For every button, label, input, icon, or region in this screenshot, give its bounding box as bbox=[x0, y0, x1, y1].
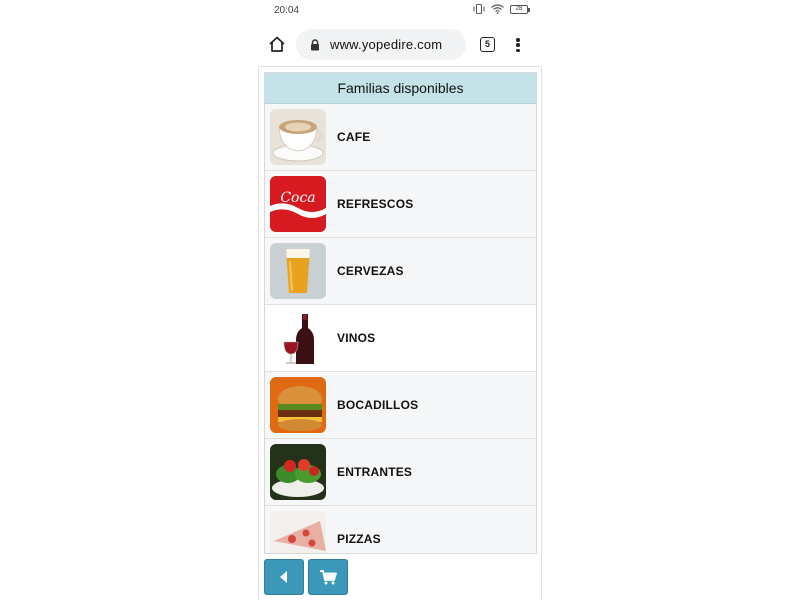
status-time: 20:04 bbox=[274, 5, 300, 16]
panel-title: Familias disponibles bbox=[265, 73, 536, 104]
url-text: www.yopedire.com bbox=[330, 37, 443, 52]
back-button[interactable] bbox=[264, 559, 304, 595]
lock-icon bbox=[311, 38, 319, 50]
browser-toolbar: www.yopedire.com 5 bbox=[258, 24, 542, 64]
address-bar[interactable]: www.yopedire.com bbox=[296, 29, 466, 60]
family-label: REFRESCOS bbox=[337, 197, 414, 211]
menu-dot bbox=[516, 43, 520, 47]
menu-dot bbox=[516, 38, 520, 42]
family-item-refrescos[interactable]: Coca REFRESCOS bbox=[265, 171, 536, 238]
family-item-entrantes[interactable]: ENTRANTES bbox=[265, 439, 536, 506]
family-label: VINOS bbox=[337, 331, 376, 345]
page-viewport: Familias disponibles CAFE Coca REFRESCOS… bbox=[258, 66, 542, 600]
family-label: CERVEZAS bbox=[337, 264, 404, 278]
vibrate-icon bbox=[473, 4, 485, 14]
home-icon[interactable] bbox=[268, 35, 286, 53]
overflow-menu-icon[interactable] bbox=[514, 36, 522, 54]
cart-icon bbox=[320, 570, 337, 585]
family-item-bocadillos[interactable]: BOCADILLOS bbox=[265, 372, 536, 439]
salad-image bbox=[270, 444, 326, 500]
coca-cola-image: Coca bbox=[270, 176, 326, 232]
status-icons: 28 bbox=[473, 4, 530, 14]
menu-dot bbox=[516, 48, 520, 52]
back-icon bbox=[280, 571, 287, 583]
battery-level: 28 bbox=[515, 5, 523, 12]
family-label: BOCADILLOS bbox=[337, 398, 419, 412]
tabs-icon[interactable]: 5 bbox=[480, 37, 495, 52]
families-panel: Familias disponibles CAFE Coca REFRESCOS… bbox=[264, 72, 537, 554]
family-label: CAFE bbox=[337, 130, 371, 144]
cart-button[interactable] bbox=[308, 559, 348, 595]
battery-icon: 28 bbox=[510, 4, 530, 14]
wine-bottle-image bbox=[270, 310, 326, 366]
family-label: ENTRANTES bbox=[337, 465, 413, 479]
family-item-cervezas[interactable]: CERVEZAS bbox=[265, 238, 536, 305]
tab-count: 5 bbox=[484, 39, 490, 49]
family-label: PIZZAS bbox=[337, 532, 381, 546]
status-bar: 20:04 28 bbox=[258, 0, 542, 22]
coffee-cup-image bbox=[270, 109, 326, 165]
family-item-cafe[interactable]: CAFE bbox=[265, 104, 536, 171]
family-list: CAFE Coca REFRESCOS CERVEZAS VINOS BOCAD… bbox=[265, 104, 536, 553]
beer-glass-image bbox=[270, 243, 326, 299]
wifi-icon bbox=[491, 4, 504, 14]
burger-image bbox=[270, 377, 326, 433]
family-item-pizzas[interactable]: PIZZAS bbox=[265, 506, 536, 553]
family-item-vinos[interactable]: VINOS bbox=[265, 305, 536, 372]
svg-text:Coca: Coca bbox=[280, 190, 315, 206]
pizza-image bbox=[270, 511, 326, 553]
